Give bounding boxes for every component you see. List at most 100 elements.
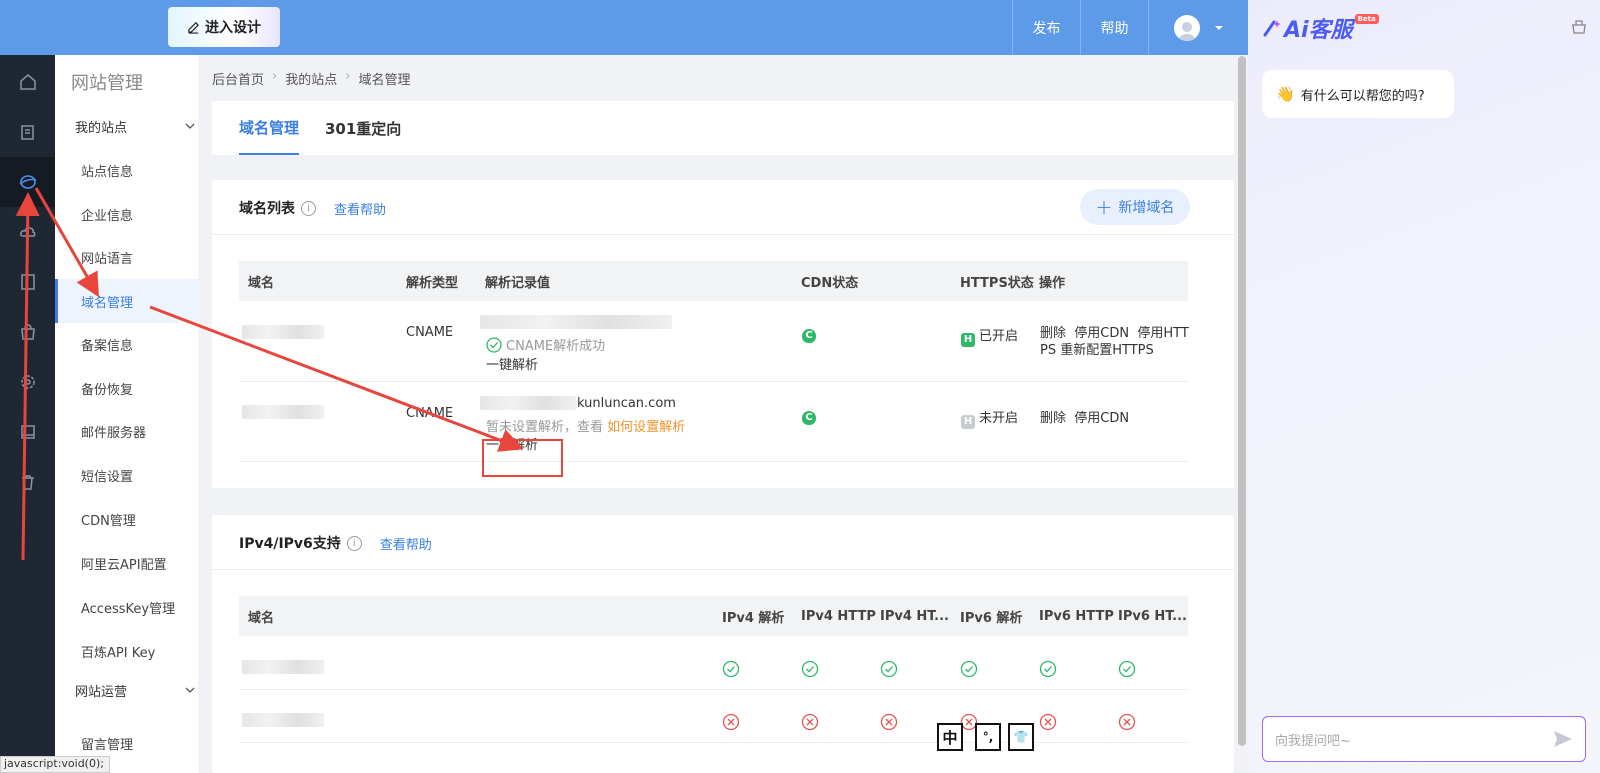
delete-link[interactable]: 删除 [1040, 411, 1066, 426]
tabs-card: 域名管理 301重定向 [212, 101, 1234, 155]
greeting-text: 有什么可以帮您的吗? [1300, 88, 1425, 104]
domain-name-redacted [242, 325, 324, 339]
home-icon[interactable] [0, 57, 55, 107]
row2-record-suffix: kunluncan.com [577, 396, 676, 411]
book-icon[interactable] [0, 257, 55, 307]
check-circle-icon [801, 660, 819, 682]
sidebar-item-domain[interactable]: 域名管理 [55, 279, 198, 323]
sidebar-item-mail[interactable]: 邮件服务器 [55, 409, 198, 453]
col-ipv6-http: IPv6 HTTP [1039, 608, 1114, 624]
chat-input-placeholder: 向我提问吧~ [1275, 733, 1351, 749]
ai-assistant-panel: Ai客服 Beta 👋 有什么可以帮您的吗? 向我提问吧~ [1248, 0, 1600, 773]
row2-actions: 删除 停用CDN [1040, 407, 1129, 426]
domain-list-title: 域名列表 [239, 201, 295, 217]
sidebar-item-site-info[interactable]: 站点信息 [55, 148, 198, 192]
ai-logo-text: Ai客服 [1284, 18, 1353, 43]
nav-title: 网站管理 [71, 73, 143, 94]
message-icon[interactable] [0, 407, 55, 457]
disable-cdn-link[interactable]: 停用CDN [1074, 326, 1129, 341]
ai-logo: Ai客服 Beta [1262, 12, 1379, 44]
main-content: 后台首页 › 我的站点 › 域名管理 域名管理 301重定向 域名列表 i 查看帮助… [198, 55, 1248, 773]
row2-one-click-link[interactable]: 一键解析 [486, 434, 538, 453]
wave-hand-icon: 👋 [1276, 85, 1295, 103]
x-circle-icon [722, 713, 740, 735]
domain-name-redacted [242, 405, 324, 419]
check-circle-icon [1118, 660, 1136, 682]
browser-status-bar: javascript:void(0); [0, 756, 110, 773]
divider [212, 569, 1234, 570]
domain-help-link[interactable]: 查看帮助 [334, 199, 386, 218]
row1-https: H 已开启 [961, 325, 1018, 347]
ime-skin-icon[interactable]: 👕 [1008, 723, 1034, 751]
help-button[interactable]: 帮助 [1080, 0, 1148, 55]
chat-input[interactable]: 向我提问吧~ [1262, 716, 1586, 762]
check-circle-icon [1039, 660, 1057, 682]
tab-domain-management[interactable]: 域名管理 [239, 101, 300, 155]
col-type: 解析类型 [406, 275, 459, 291]
sidebar-item-language[interactable]: 网站语言 [55, 235, 198, 279]
x-circle-icon [801, 713, 819, 735]
ime-chinese-mode[interactable]: 中 [937, 723, 963, 751]
record-value-redacted [480, 315, 672, 329]
reconfigure-https-link[interactable]: 重新配置HTTPS [1060, 343, 1154, 358]
sidebar-item-sms[interactable]: 短信设置 [55, 453, 198, 497]
sidebar-item-bailian[interactable]: 百炼API Key [55, 629, 198, 673]
domain-table-header: 域名 解析类型 解析记录值 CDN状态 HTTPS状态 操作 [239, 261, 1188, 301]
row1-one-click-link[interactable]: 一键解析 [486, 354, 538, 373]
ipv-help-link[interactable]: 查看帮助 [380, 534, 432, 553]
domain-name-redacted [242, 713, 324, 727]
info-icon[interactable]: i [301, 200, 316, 216]
scrollbar[interactable] [1238, 56, 1246, 746]
row2-https: H 未开启 [961, 407, 1018, 429]
sidebar-item-cdn[interactable]: CDN管理 [55, 497, 198, 541]
add-domain-button[interactable]: + 新增域名 [1080, 189, 1190, 225]
delete-link[interactable]: 删除 [1040, 326, 1066, 341]
ipv-table-header: 域名 IPv4 解析 IPv4 HTTP IPv4 HT... IPv6 解析 … [239, 596, 1188, 636]
site-nav: 网站管理 我的站点 站点信息 企业信息 网站语言 域名管理 备案信息 备份恢复 … [55, 55, 198, 773]
sidebar-item-icp[interactable]: 备案信息 [55, 322, 198, 366]
col-ipv4-dns: IPv4 解析 [722, 610, 785, 626]
sidebar-item-company-info[interactable]: 企业信息 [55, 192, 198, 236]
col-ipv6-dns: IPv6 解析 [960, 610, 1023, 626]
user-menu[interactable] [1148, 0, 1248, 55]
send-icon[interactable] [1553, 730, 1573, 748]
breadcrumb-home[interactable]: 后台首页 [212, 69, 264, 88]
bag-icon[interactable] [0, 307, 55, 357]
col-record: 解析记录值 [485, 275, 551, 291]
row1-actions: 删除 停用CDN 停用HTTPS 重新配置HTTPS [1040, 325, 1190, 359]
https-off-icon: H [961, 414, 975, 429]
breadcrumb-current: 域名管理 [358, 73, 411, 88]
tab-301-redirect[interactable]: 301重定向 [325, 101, 401, 155]
caret-down-icon [1214, 25, 1223, 30]
sparkle-icon [1263, 20, 1281, 37]
ime-punctuation-mode[interactable]: °, [975, 723, 1001, 751]
pages-icon[interactable] [0, 107, 55, 157]
beta-badge: Beta [1354, 14, 1379, 24]
edit-icon [188, 21, 199, 34]
col-domain: 域名 [248, 610, 275, 626]
sidebar-item-accesskey[interactable]: AccessKey管理 [55, 585, 198, 629]
x-circle-icon [1118, 713, 1136, 735]
check-circle-icon [960, 660, 978, 682]
enter-design-button[interactable]: 进入设计 [168, 7, 280, 47]
settings-icon[interactable] [0, 357, 55, 407]
nav-group-operations[interactable]: 网站运营 [75, 675, 195, 705]
website-icon[interactable] [0, 157, 55, 207]
row2-not-set: 暂未设置解析，查看 如何设置解析 [486, 416, 685, 435]
cloud-icon[interactable] [0, 207, 55, 257]
publish-button[interactable]: 发布 [1012, 0, 1080, 55]
greeting-bubble: 👋 有什么可以帮您的吗? [1262, 70, 1454, 118]
info-icon[interactable]: i [346, 535, 362, 551]
clear-chat-icon[interactable] [1570, 18, 1588, 36]
ipv-support-card: IPv4/IPv6支持 i 查看帮助 域名 IPv4 解析 IPv4 HTTP … [212, 515, 1234, 773]
x-circle-icon [1039, 713, 1057, 735]
sidebar-item-backup[interactable]: 备份恢复 [55, 366, 198, 410]
trash-icon[interactable] [0, 457, 55, 507]
breadcrumb-my-sites[interactable]: 我的站点 [285, 69, 337, 88]
how-to-set-link[interactable]: 如何设置解析 [607, 420, 685, 435]
sidebar-item-aliyun-api[interactable]: 阿里云API配置 [55, 541, 198, 585]
domain-list-header: 域名列表 i 查看帮助 [239, 198, 386, 218]
nav-group-my-sites[interactable]: 我的站点 [75, 111, 195, 141]
disable-cdn-link[interactable]: 停用CDN [1074, 411, 1129, 426]
https-on-icon: H [961, 332, 975, 347]
